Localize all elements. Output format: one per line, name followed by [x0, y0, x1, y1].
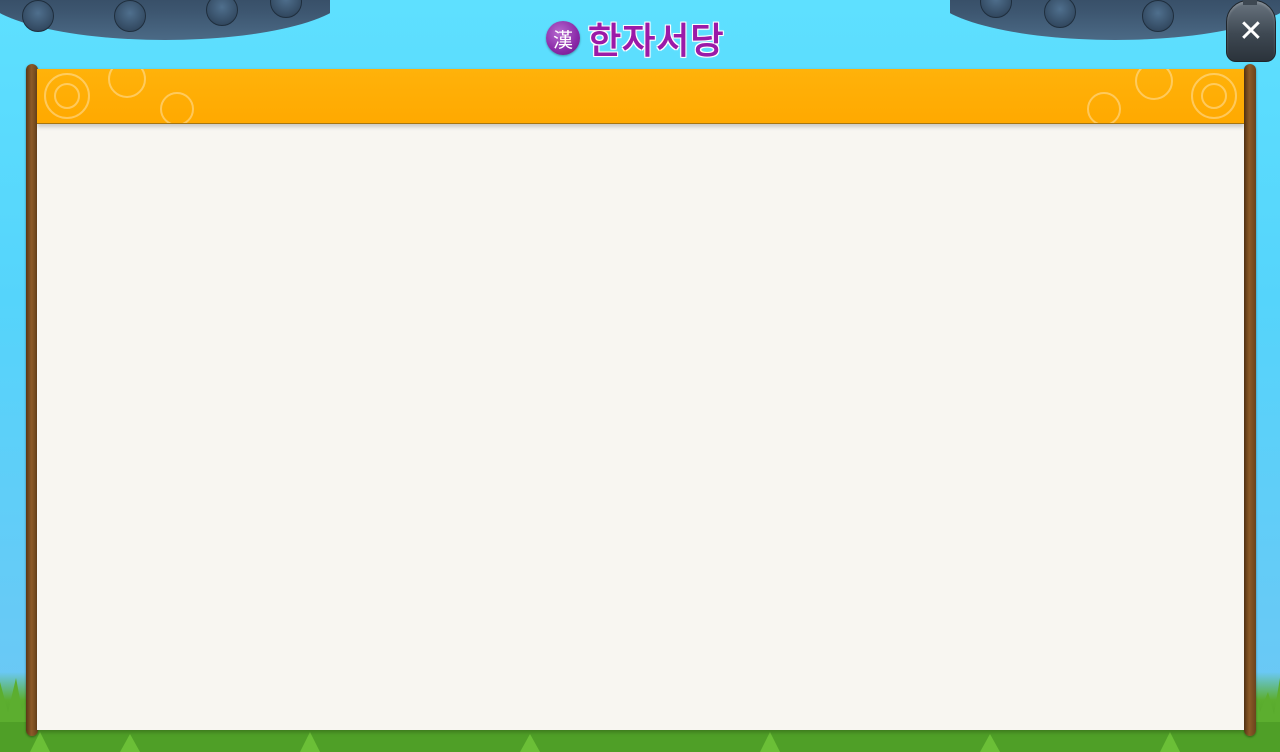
panel-body [37, 124, 1244, 730]
content-panel [37, 69, 1244, 730]
panel-header [37, 69, 1244, 124]
app-title: 漢 한자서당 [546, 12, 724, 64]
roof-decoration-left [0, 0, 330, 46]
page-title: 한자서당 [588, 21, 725, 62]
scroll-board [26, 64, 1256, 736]
scroll-pole-right [1244, 64, 1256, 736]
close-icon: ✕ [1238, 14, 1264, 49]
header-pattern-right [1087, 69, 1237, 123]
header-pattern-left [44, 69, 194, 123]
close-button[interactable]: ✕ [1226, 0, 1276, 62]
han-character-badge-icon: 漢 [546, 21, 580, 55]
